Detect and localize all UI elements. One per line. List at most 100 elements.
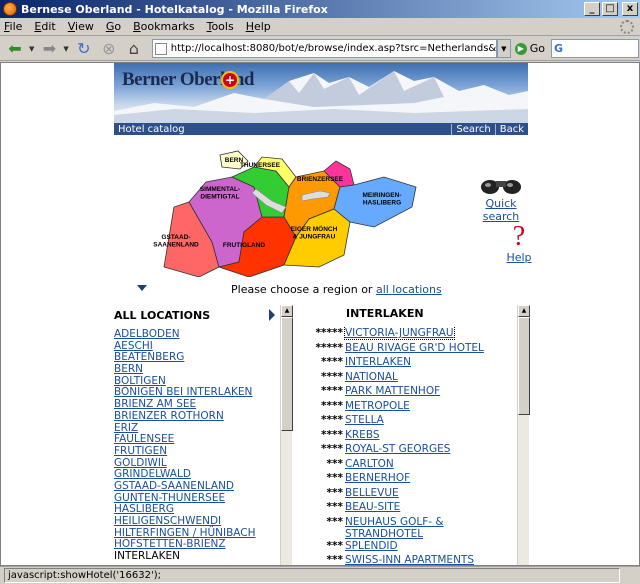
hotel-stars: ***	[326, 515, 343, 528]
hotel-row: **** INTERLAKEN	[303, 356, 515, 371]
forward-dropdown-icon[interactable]: ▼	[63, 45, 68, 53]
go-arrow-icon: ▶	[514, 42, 527, 55]
hotel-link[interactable]: BELLEVUE	[345, 487, 399, 499]
map-label-thunersee: THUNERSEE	[240, 162, 281, 169]
status-text: javascript:showHotel('16632');	[4, 568, 620, 583]
hotel-catalog-label: Hotel catalog	[118, 123, 185, 135]
help-link[interactable]: Help	[506, 251, 531, 264]
hotel-row: *** CARLTON	[303, 458, 515, 473]
status-bar: javascript:showHotel('16632');	[0, 566, 640, 584]
hotel-stars: ***	[326, 472, 343, 484]
hotel-row: **** PARK MATTENHOF	[303, 385, 515, 400]
region-map: BERNTHUNERSEEBRIENZERSEESIMMENTAL-DIEMTI…	[153, 150, 417, 277]
quick-search-box[interactable]: Quick search	[469, 175, 533, 223]
menu-edit[interactable]: Edit	[34, 20, 55, 33]
stop-icon[interactable]: ⊗	[98, 39, 120, 59]
hotel-stars: ****	[321, 370, 343, 383]
help-box[interactable]: ? Help	[501, 221, 537, 265]
close-button[interactable]: x	[622, 2, 638, 16]
hotel-link[interactable]: SPLENDID	[345, 540, 398, 552]
throbber-icon	[620, 20, 634, 34]
page-content: Berner Oberland + Hotel catalog Search B…	[0, 62, 640, 566]
hotels-scroll-thumb[interactable]	[518, 317, 530, 415]
hotel-row: *** NEUHAUS GOLF- & STRANDHOTEL	[303, 516, 515, 540]
location-link[interactable]: INTERLAKEN	[114, 550, 279, 563]
menu-tools[interactable]: Tools	[207, 20, 234, 33]
locations-scroll-up-icon[interactable]: ▲	[281, 305, 293, 317]
hotel-link[interactable]: NATIONAL	[345, 371, 398, 383]
all-locations-link[interactable]: all locations	[376, 283, 442, 296]
hotel-link[interactable]: SWISS-INN APARTMENTS	[345, 554, 474, 565]
reload-icon[interactable]: ↻	[73, 39, 95, 59]
back-arrow-icon[interactable]: ⬅	[4, 39, 26, 59]
expand-arrow-icon[interactable]	[269, 309, 275, 321]
go-label: Go	[529, 42, 546, 55]
location-link[interactable]: BERN	[114, 363, 279, 376]
map-label-frutigland: FRUTIGLAND	[223, 242, 266, 249]
map-scroll-down-arrow-icon[interactable]	[137, 285, 147, 291]
locations-scrollbar[interactable]: ▲	[280, 305, 293, 565]
location-link[interactable]: FRUTIGEN	[114, 445, 279, 458]
hotel-link[interactable]: CARLTON	[345, 458, 394, 470]
all-locations-header: ALL LOCATIONS	[114, 309, 211, 322]
hotel-row: ***** VICTORIA-JUNGFRAU	[303, 327, 515, 342]
menu-bookmarks[interactable]: Bookmarks	[133, 20, 194, 33]
region-prompt-text: Please choose a region or	[231, 283, 376, 296]
hotel-stars: ***	[326, 486, 343, 499]
hotel-link[interactable]: METROPOLE	[345, 400, 410, 412]
google-search-icon: G	[554, 42, 564, 55]
binoculars-icon	[481, 180, 521, 194]
menu-bar: File Edit View Go Bookmarks Tools Help	[0, 18, 640, 36]
search-link[interactable]: Search	[451, 123, 494, 135]
url-dropdown-icon[interactable]: ▼	[496, 39, 511, 58]
hotel-row: *** SWISS-INN APARTMENTS	[303, 554, 515, 566]
hotel-link[interactable]: BEAU-SITE	[345, 501, 400, 513]
hotel-stars: ****	[321, 414, 343, 426]
hotel-row: **** NATIONAL	[303, 371, 515, 386]
hotels-header: INTERLAKEN	[346, 307, 424, 320]
search-input[interactable]: G	[551, 39, 640, 58]
hotel-link[interactable]: PARK MATTENHOF	[345, 385, 440, 397]
hotel-link[interactable]: STELLA	[345, 414, 384, 426]
hotel-row: **** ROYAL-ST GEORGES	[303, 443, 515, 458]
back-link[interactable]: Back	[494, 123, 528, 135]
hotel-link[interactable]: NEUHAUS GOLF- & STRANDHOTEL	[345, 516, 515, 540]
hotel-stars: ***	[326, 501, 343, 513]
page-icon	[154, 42, 167, 55]
menu-view[interactable]: View	[68, 20, 94, 33]
hotel-link[interactable]: VICTORIA-JUNGFRAU	[344, 327, 455, 340]
back-dropdown-icon[interactable]: ▼	[29, 45, 34, 53]
hotel-row: *** BELLEVUE	[303, 487, 515, 502]
region-prompt: Please choose a region or all locations	[231, 283, 442, 296]
location-link[interactable]: HEILIGENSCHWENDI	[114, 515, 279, 528]
hotel-link[interactable]: BEAU RIVAGE GR'D HOTEL	[345, 342, 484, 354]
hotels-scrollbar[interactable]: ▲	[517, 305, 530, 565]
forward-arrow-icon[interactable]: ➡	[38, 39, 60, 59]
locations-scroll-thumb[interactable]	[281, 317, 293, 431]
minimize-button[interactable]: _	[584, 2, 600, 16]
go-button[interactable]: ▶ Go	[514, 42, 546, 55]
hotel-row: **** METROPOLE	[303, 400, 515, 415]
map-label-brienzersee: BRIENZERSEE	[297, 176, 344, 183]
hotel-link[interactable]: ROYAL-ST GEORGES	[345, 443, 450, 455]
quick-search-link[interactable]: Quick search	[483, 197, 520, 223]
location-link[interactable]: GSTAAD-SAANENLAND	[114, 480, 279, 493]
menu-go[interactable]: Go	[106, 20, 121, 33]
hotel-stars: ***	[326, 554, 343, 566]
hotel-stars: *****	[315, 341, 343, 354]
hotel-stars: ***	[326, 539, 343, 552]
help-question-icon: ?	[512, 221, 526, 252]
maximize-button[interactable]: □	[602, 2, 618, 16]
menu-help[interactable]: Help	[246, 20, 271, 33]
hotel-link[interactable]: INTERLAKEN	[345, 356, 411, 368]
location-link[interactable]: BRIENZER ROTHORN	[114, 410, 279, 423]
hotel-link[interactable]: BERNERHOF	[345, 472, 410, 484]
hotels-scroll-up-icon[interactable]: ▲	[518, 305, 530, 317]
hotel-link[interactable]: KREBS	[345, 429, 380, 441]
home-icon[interactable]: ⌂	[123, 39, 145, 59]
map-label-meiringen-hasliberg: MEIRINGEN-HASLIBERG	[363, 192, 402, 207]
menu-file[interactable]: File	[4, 20, 22, 33]
locations-list: ADELBODEN AESCHI BEATENBERG BERN BOLTIGEN BÖN…	[114, 329, 279, 565]
url-input[interactable]: http://localhost:8080/bot/e/browse/index…	[151, 39, 497, 58]
location-link[interactable]: ADELBODEN	[114, 329, 279, 341]
